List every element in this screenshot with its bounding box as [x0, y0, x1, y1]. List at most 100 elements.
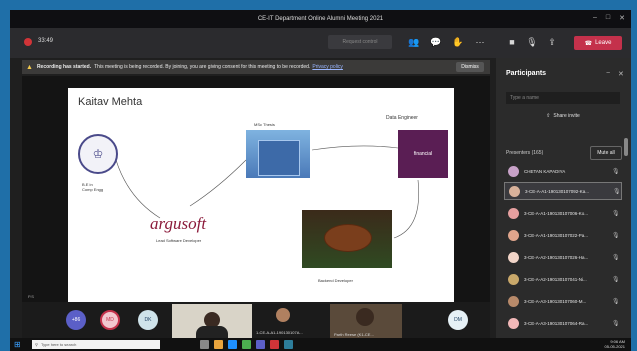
teams-window: CE-IT Department Online Alumni Meeting 2…	[10, 10, 631, 338]
window-title: CE-IT Department Online Alumni Meeting 2…	[257, 16, 384, 22]
privacy-policy-link[interactable]: Privacy policy	[312, 64, 343, 70]
teams-icon[interactable]	[256, 340, 265, 349]
msc-building-image	[246, 130, 310, 178]
mic-off-icon: 🎙	[612, 168, 620, 175]
participant-name: 3-CE-A-A2-190130107026-Ha...	[524, 254, 589, 260]
person-body	[196, 326, 228, 338]
app-icon[interactable]	[270, 340, 279, 349]
overflow-count-avatar[interactable]: +86	[66, 310, 86, 330]
maximize-icon[interactable]: □	[606, 14, 610, 22]
be-label: B.E in Comp Engg	[82, 182, 104, 192]
camera-icon[interactable]: ■	[506, 36, 518, 48]
participant-row[interactable]: 3-CE-A-A3-190130107064-Ra... 🎙	[504, 314, 622, 332]
mic-off-icon: 🎙	[612, 298, 620, 305]
avatar	[508, 251, 519, 263]
panel-scrollbar[interactable]	[624, 138, 628, 156]
participant-name: 3-CE-A-A3-190130107064-Ra...	[524, 320, 589, 326]
close-icon[interactable]: ✕	[619, 14, 625, 22]
participants-panel: Participants − ✕ Type a name ⇧ Share inv…	[496, 58, 631, 338]
video-tile-2[interactable]: 1-CE-A-A1-190130107A...	[254, 304, 314, 338]
search-icon: ⚲	[35, 342, 38, 347]
chat-icon[interactable]: 💬	[430, 36, 442, 48]
participants-icon[interactable]: 👥	[408, 36, 420, 48]
banner-text: This meeting is being recorded. By joini…	[94, 64, 311, 70]
presenters-section-header[interactable]: Presenters (165)	[506, 150, 543, 156]
windows-start-icon[interactable]: ⊞	[14, 340, 23, 349]
title-bar: CE-IT Department Online Alumni Meeting 2…	[10, 10, 631, 28]
avatar	[509, 185, 520, 197]
edge-icon[interactable]	[228, 340, 237, 349]
participant-row[interactable]: 3-CE-A-A2-190130107026-Ha... 🎙	[504, 248, 622, 266]
participant-row[interactable]: 3-CE-A-A1-190130107022-Pa... 🎙	[504, 226, 622, 244]
recording-banner: ▲ Recording has started. This meeting is…	[22, 60, 490, 74]
avatar-dm[interactable]: DM	[448, 310, 468, 330]
taskbar-search-placeholder: Type here to search	[40, 342, 77, 347]
app-icon[interactable]	[284, 340, 293, 349]
raise-hand-icon[interactable]: ✋	[452, 36, 464, 48]
request-control-button[interactable]: Request control	[328, 35, 392, 49]
leave-button[interactable]: ☎ Leave	[574, 36, 622, 50]
banner-title: Recording has started.	[36, 64, 92, 70]
lead-developer-label: Lead Software Developer	[156, 238, 202, 243]
system-clock[interactable]: 9:06 AM 05-05-2021	[604, 339, 625, 349]
presentation-slide: Kaitav Mehta ♔ B.E in Comp Engg MSc Thes…	[68, 88, 454, 302]
participant-row[interactable]: 3-CE-A-A3-190130107060-M... 🎙	[504, 292, 622, 310]
participant-row[interactable]: CHETAN KAPADIYA 🎙	[504, 162, 622, 180]
windows-taskbar: ⊞ ⚲ Type here to search 9:06 AM 05-05-20…	[10, 338, 631, 351]
participant-name: 3-CE-A-A2-190130107041-Ni...	[524, 276, 587, 282]
share-invite-button[interactable]: ⇧ Share invite	[506, 110, 620, 122]
person-head	[356, 308, 374, 326]
participant-name: 3-CE-A-A3-190130107060-M...	[524, 298, 587, 304]
participant-search-input[interactable]: Type a name	[506, 92, 620, 104]
minimize-icon[interactable]: –	[593, 14, 597, 22]
window-controls: – □ ✕	[593, 14, 625, 22]
backend-developer-label: Backend Developer	[318, 278, 353, 283]
mic-off-icon: 🎙	[612, 320, 620, 327]
video-tile-1[interactable]	[172, 304, 252, 338]
participant-row[interactable]: 3-CE-A-A1-190130107092-Ka... 🎙	[504, 182, 622, 200]
recording-dot-icon	[24, 38, 32, 46]
warning-icon: ▲	[26, 63, 33, 71]
taskbar-search-input[interactable]: ⚲ Type here to search	[32, 340, 160, 349]
share-invite-icon: ⇧	[546, 113, 551, 119]
file-explorer-icon[interactable]	[214, 340, 223, 349]
close-panel-icon[interactable]: ✕	[618, 70, 624, 78]
slide-title: Kaitav Mehta	[78, 96, 143, 108]
participant-name: 3-CE-A-A1-190130107022-Pa...	[524, 232, 589, 238]
avatar-md[interactable]: MD	[100, 310, 120, 330]
share-icon[interactable]: ⇪	[546, 36, 558, 48]
mic-off-icon: 🎙	[612, 232, 620, 239]
mute-all-button[interactable]: Mute all	[590, 146, 622, 160]
msc-label: MSc Thesis	[254, 122, 275, 127]
store-icon[interactable]	[242, 340, 251, 349]
avatar	[508, 295, 519, 307]
task-view-icon[interactable]	[200, 340, 209, 349]
pop-out-icon[interactable]: −	[606, 70, 610, 77]
mic-icon[interactable]: 🎙	[526, 36, 538, 48]
argusoft-logo: argusoft	[150, 214, 207, 233]
clock-date: 05-05-2021	[604, 343, 625, 349]
meeting-toolbar: 33:49 Request control 👥 💬 ✋ ⋯ ■ 🎙 ⇪ ☎ Le…	[10, 28, 631, 58]
video-tile-3-label: Parth Reese (K1-CE...	[334, 332, 374, 337]
financial-logo-image: financial	[398, 130, 448, 178]
participant-strip: +86 MD DK 1-CE-A-A1-190130107A... Parth …	[22, 302, 490, 338]
mic-off-icon: 🎙	[613, 188, 621, 195]
video-tile-2-label: 1-CE-A-A1-190130107A...	[256, 330, 303, 335]
mic-off-icon: 🎙	[612, 210, 620, 217]
participant-row[interactable]: 3-CE-A-A1-190130107006-Ko... 🎙	[504, 204, 622, 222]
avatar	[508, 165, 519, 177]
participants-title: Participants	[506, 70, 547, 77]
avatar-dk[interactable]: DK	[138, 310, 158, 330]
dismiss-button[interactable]: Dismiss	[456, 62, 484, 72]
leave-label: Leave	[595, 40, 612, 46]
shared-content-stage: Kaitav Mehta ♔ B.E in Comp Engg MSc Thes…	[22, 76, 490, 302]
avatar	[508, 207, 519, 219]
more-icon[interactable]: ⋯	[474, 36, 486, 48]
mic-off-icon: 🎙	[612, 276, 620, 283]
participant-row[interactable]: 3-CE-A-A2-190130107041-Ni... 🎙	[504, 270, 622, 288]
phone-icon: ☎	[584, 40, 593, 47]
avatar	[508, 273, 519, 285]
video-tile-3[interactable]: Parth Reese (K1-CE...	[330, 304, 402, 338]
slide-number: P.S	[28, 294, 34, 299]
football-image	[302, 210, 392, 268]
